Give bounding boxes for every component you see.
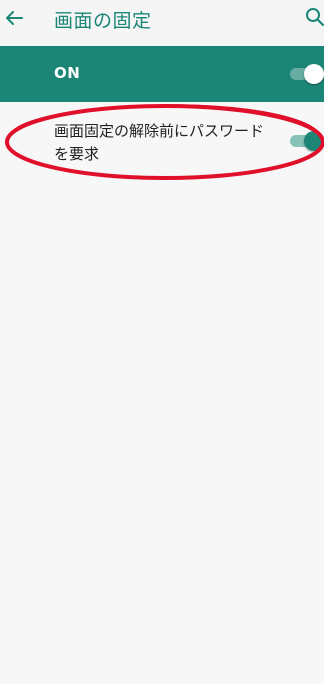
main-toggle-label: ON [54,64,81,82]
arrow-left-icon [6,11,23,25]
app-bar: 画面の固定 [0,0,324,46]
switch-thumb [304,64,324,84]
require-password-switch[interactable] [290,130,324,152]
main-toggle-bar[interactable]: ON [0,46,324,102]
setting-label: 画面固定の解除前にパスワードを要求 [54,122,265,163]
switch-thumb [304,131,324,151]
main-toggle-switch[interactable] [290,63,324,85]
back-button[interactable] [0,4,28,32]
search-icon [306,8,324,27]
setting-row-require-password[interactable]: 画面固定の解除前にパスワードを要求 [0,102,324,182]
search-button[interactable] [304,6,324,28]
page-title: 画面の固定 [54,10,152,32]
